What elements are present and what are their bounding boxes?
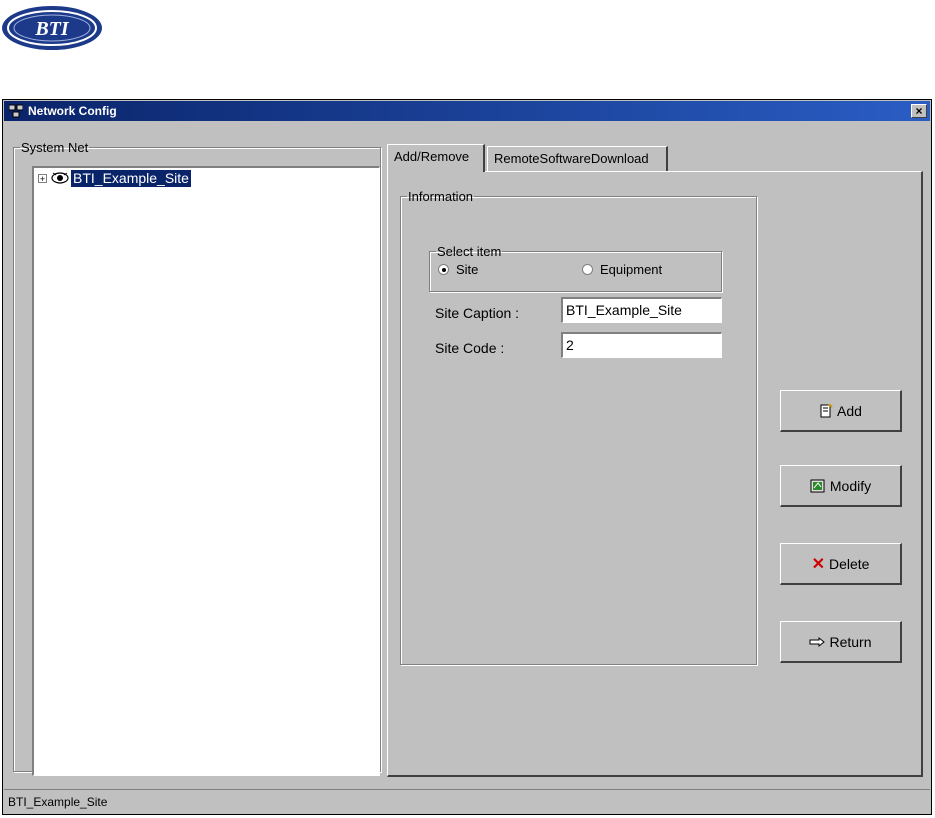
site-code-input[interactable]: 2 [561,332,722,358]
return-label: Return [829,633,872,650]
information-legend: Information [408,189,474,204]
return-hand-icon [809,636,826,647]
tree-item-label[interactable]: BTI_Example_Site [71,169,191,187]
site-caption-input[interactable]: BTI_Example_Site [561,297,722,323]
delete-label: Delete [828,555,870,572]
site-tree[interactable]: + BTI_Example_Site [32,166,380,776]
modify-button[interactable]: Modify [780,465,902,507]
equipment-radio-label: Equipment [600,262,663,277]
logo-text: BTI [34,18,70,40]
site-radio-indicator[interactable] [438,264,449,275]
site-radio-label: Site [456,262,479,277]
expand-icon[interactable]: + [38,173,47,183]
tree-item-site[interactable]: + BTI_Example_Site [38,169,191,187]
add-button[interactable]: Add [780,390,902,432]
bti-logo: BTI [0,2,104,54]
site-code-label: Site Code : [435,340,505,356]
add-label: Add [837,402,862,419]
site-caption-label: Site Caption : [435,305,520,321]
information-group: Information Select item Site Equipment S… [400,189,757,665]
system-net-group: System Net + BTI_Example_Site [13,140,381,776]
select-item-legend: Select item [437,244,502,259]
site-radio[interactable]: Site [438,262,478,277]
system-net-legend: System Net [21,140,89,155]
modify-icon [810,479,825,492]
add-remove-panel: Information Select item Site Equipment S… [387,171,923,777]
return-button[interactable]: Return [780,621,902,663]
delete-button[interactable]: ✕ Delete [780,543,902,585]
tab-add-remove[interactable]: Add/Remove [387,144,485,172]
network-config-window: Network Config × System Net + BTI_Exampl… [2,99,932,815]
site-eye-icon [51,172,69,184]
equipment-radio[interactable]: Equipment [582,262,662,277]
modify-label: Modify [829,477,872,494]
delete-x-icon: ✕ [811,555,825,573]
select-item-group: Select item Site Equipment [429,244,722,292]
title-bar: Network Config × [4,101,930,121]
window-title: Network Config [28,104,117,118]
status-text: BTI_Example_Site [8,795,108,809]
close-button[interactable]: × [911,104,927,118]
status-bar: BTI_Example_Site [4,789,930,813]
network-icon [9,104,23,118]
equipment-radio-indicator[interactable] [582,264,593,275]
add-icon [820,403,833,417]
tab-remote-software-download[interactable]: RemoteSoftwareDownload [487,146,668,172]
